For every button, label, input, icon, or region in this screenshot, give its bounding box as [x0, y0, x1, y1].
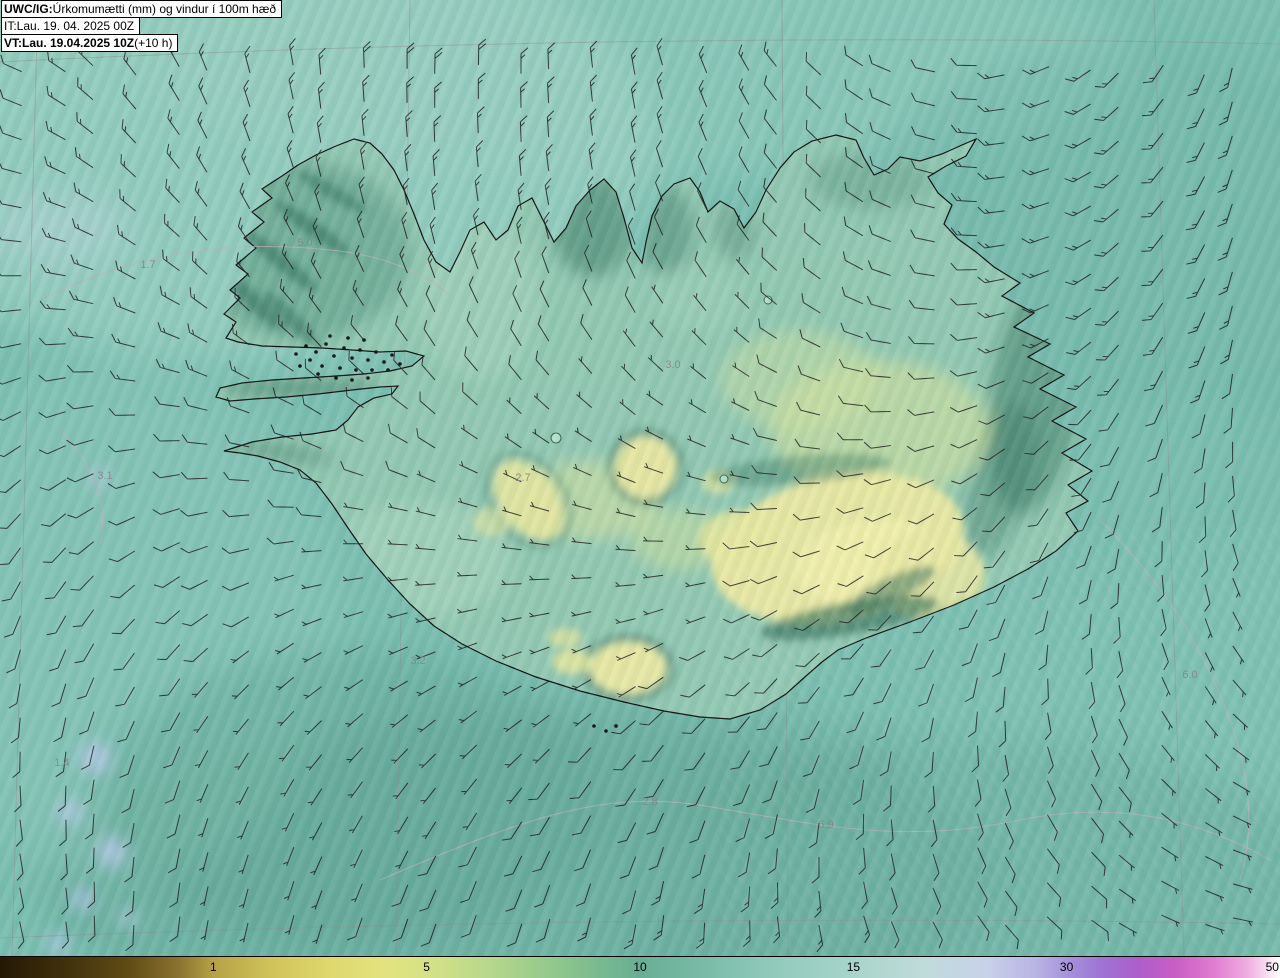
map-graphics: [0, 0, 1280, 956]
title-line: UWC/IG: Úrkomumætti (mm) og vindur í 100…: [1, 0, 283, 18]
colorbar-tick-label: 50: [1265, 960, 1279, 974]
colorbar-tick-label: 10: [633, 960, 647, 974]
valid-label: VT:: [4, 36, 22, 50]
weather-chart-page: 1.7 5.0 3.0 2.7 3.1 3.2 1.4 2.8 6.9 6.0 UWC/IG: Ú…: [0, 0, 1280, 978]
colorbar-tick-label: 30: [1059, 960, 1074, 974]
valid-offset: (+10 h): [134, 36, 173, 50]
colorbar-tick-label: 1: [210, 960, 217, 974]
map-title: Úrkomumætti (mm) og vindur í 100m hæð: [52, 2, 277, 16]
valid-time: Lau. 19.04.2025 10Z: [22, 36, 135, 50]
init-time-line: IT: Lau. 19. 04. 2025 00Z: [1, 17, 141, 35]
valid-time-line: VT: Lau. 19.04.2025 10Z (+10 h): [1, 34, 179, 52]
colorbar-tick-label: 5: [423, 960, 430, 974]
map-canvas: 1.7 5.0 3.0 2.7 3.1 3.2 1.4 2.8 6.9 6.0 UWC/IG: Ú…: [0, 0, 1280, 956]
model-label: UWC/IG:: [4, 2, 53, 16]
map-title-box: UWC/IG: Úrkomumætti (mm) og vindur í 100…: [1, 0, 283, 52]
colorbar: 1 5 10 15 30 50: [0, 956, 1280, 978]
init-label: IT:: [4, 19, 17, 33]
colorbar-tick-layer: 1 5 10 15 30 50: [0, 957, 1280, 978]
init-time: Lau. 19. 04. 2025 00Z: [16, 19, 135, 33]
colorbar-tick-label: 15: [846, 960, 861, 974]
